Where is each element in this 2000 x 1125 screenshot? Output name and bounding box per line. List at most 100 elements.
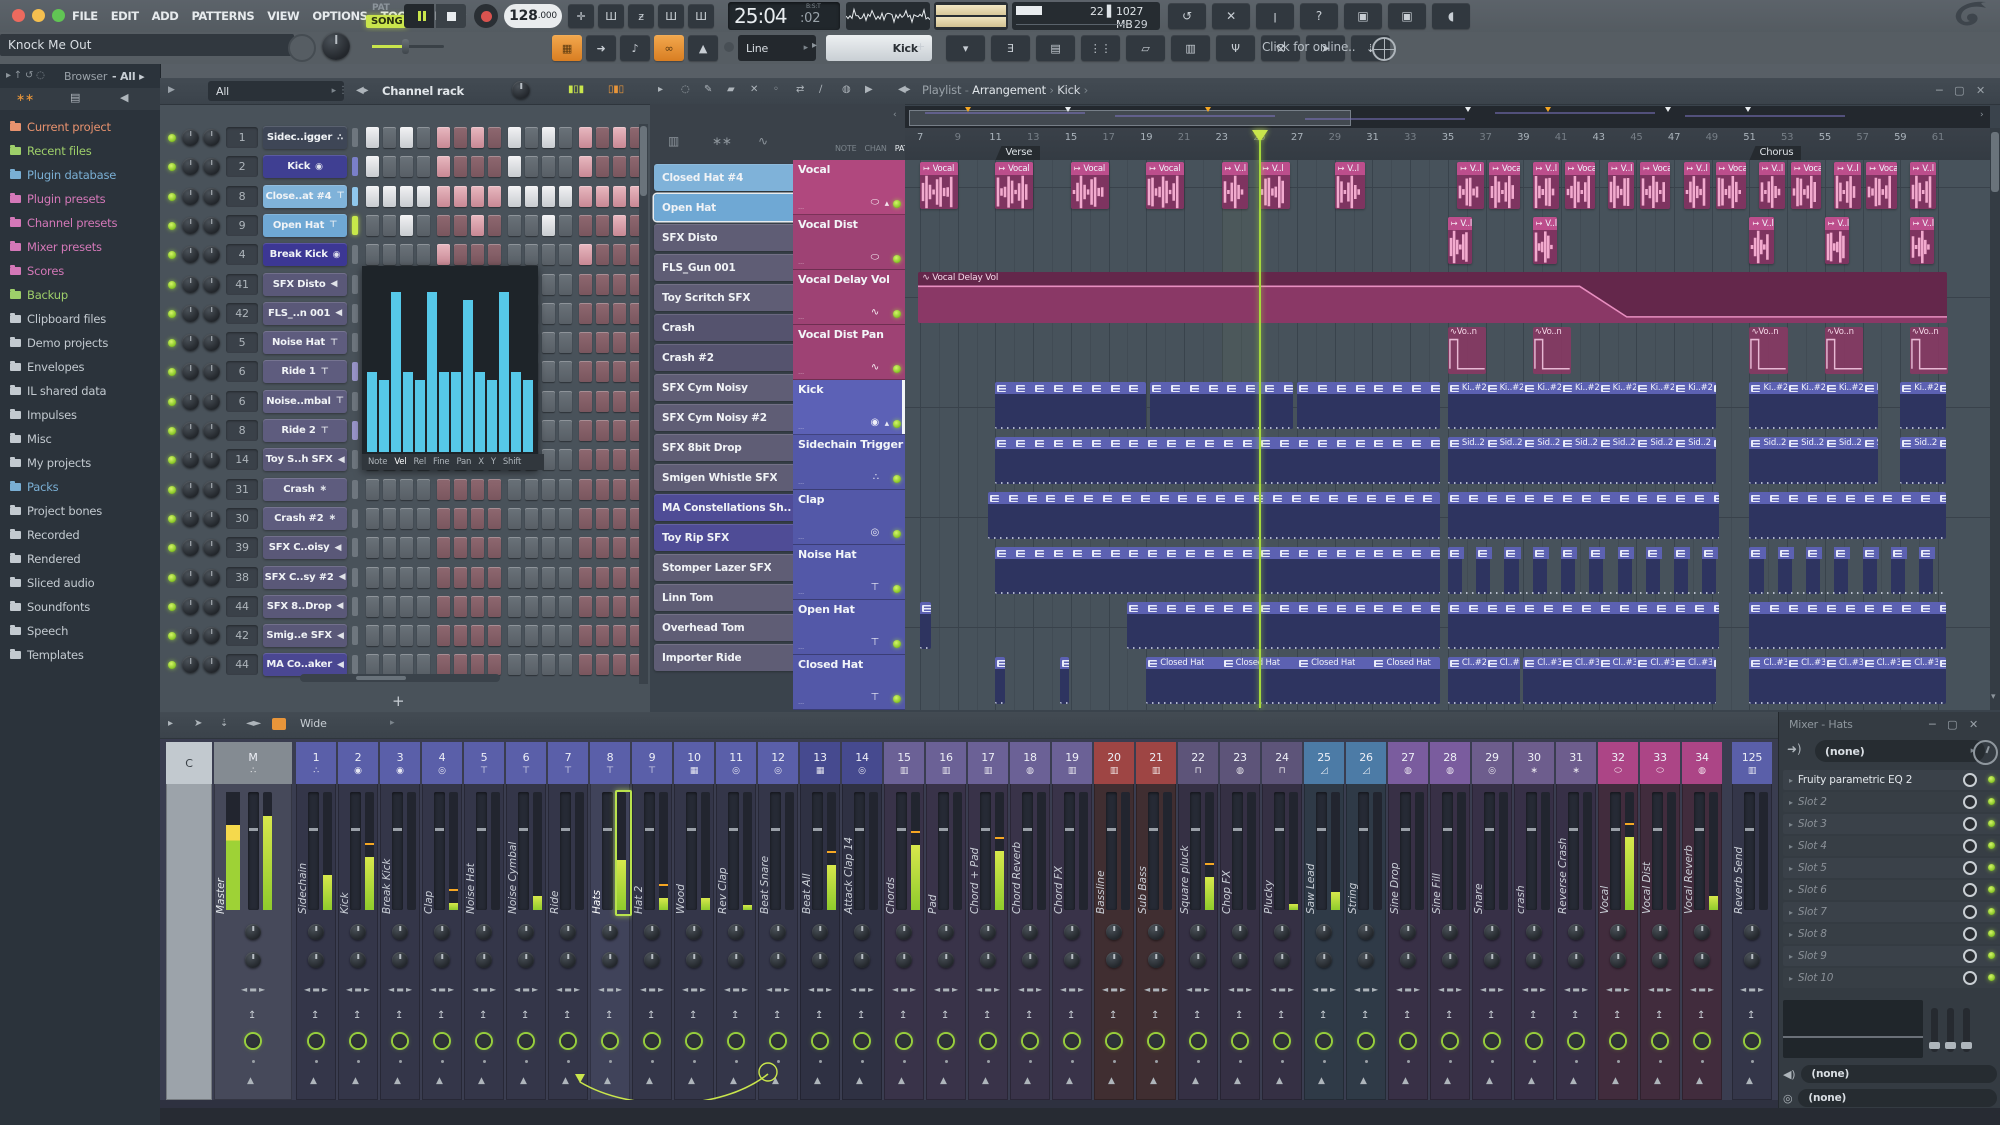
step-cell[interactable] [525, 156, 538, 178]
strip-fader-handle[interactable] [1065, 828, 1074, 831]
fx-slot-led[interactable] [1988, 820, 1995, 827]
pattern-clip-group[interactable] [1297, 382, 1441, 429]
step-cell[interactable] [525, 566, 538, 588]
channel-volume-knob[interactable] [203, 451, 220, 469]
strip-fader[interactable] [248, 792, 259, 910]
multilink-button[interactable]: ▤ [1036, 35, 1075, 61]
channel-selector[interactable] [352, 186, 358, 206]
strip-fader-handle[interactable] [1023, 828, 1032, 831]
strip-pan-knob[interactable] [308, 924, 324, 940]
pattern-clip-header[interactable] [1281, 382, 1294, 394]
pattern-clip-header[interactable] [1589, 547, 1606, 559]
channel-enable-led[interactable] [168, 192, 176, 201]
pattern-clip-header[interactable] [1146, 547, 1167, 559]
strip-stereo-knob[interactable] [644, 952, 660, 968]
pattern-clip-header[interactable] [1157, 492, 1178, 504]
pattern-clip-header[interactable] [1843, 602, 1864, 614]
step-cell[interactable] [613, 625, 626, 647]
strip-pan-knob[interactable] [770, 924, 786, 940]
step-cell[interactable] [579, 185, 592, 207]
pattern-clip-header[interactable] [1711, 602, 1720, 614]
channel-button[interactable]: Sidec..igger ∴ [263, 126, 347, 149]
strip-header[interactable]: 13 ▦ [800, 742, 840, 784]
strip-mute-led[interactable] [855, 1034, 869, 1048]
step-cell[interactable] [613, 127, 626, 148]
step-cell[interactable] [488, 214, 501, 236]
playlist-slip-tool[interactable]: ⇄ [796, 84, 804, 95]
step-cell[interactable] [383, 595, 396, 617]
track-enable-led[interactable] [893, 200, 901, 208]
step-cell[interactable] [613, 595, 626, 617]
step-cell[interactable] [437, 244, 450, 266]
strip-header[interactable]: 4 ◎ [422, 742, 462, 784]
slot-arrow[interactable]: ▸ [1789, 908, 1793, 917]
strip-fader-handle[interactable] [1359, 828, 1368, 831]
step-cell[interactable] [400, 156, 413, 178]
pattern-clip-header[interactable] [1240, 437, 1261, 449]
step-cell[interactable] [508, 537, 521, 559]
step-cell[interactable] [383, 185, 396, 207]
strip-fader[interactable] [1022, 792, 1033, 910]
mixer-strip-rev-clap[interactable]: 11 ◎ Rev Clap ◄ ▬ ► ↥ ▲ [716, 742, 756, 1100]
playlist-track-noise-hat[interactable]: Noise Hat ⊤... [793, 545, 905, 600]
pattern-clip-header[interactable] [1327, 492, 1348, 504]
channel-enable-led[interactable] [168, 456, 176, 465]
strip-fader-handle[interactable] [729, 828, 738, 831]
strip-header[interactable]: 14 ◎ [842, 742, 882, 784]
velocity-bar[interactable] [487, 380, 497, 452]
browser-item-templates[interactable]: Templates [10, 644, 160, 666]
step-cell[interactable] [613, 302, 626, 324]
strip-pan-knob[interactable] [602, 924, 618, 940]
fx-mini-fader-handle[interactable] [1961, 1042, 1972, 1049]
pattern-clip-header[interactable] [1542, 602, 1562, 614]
strip-pan-knob[interactable] [854, 924, 870, 940]
pattern-clip-header[interactable] [1353, 437, 1374, 449]
strip-stereo-knob[interactable] [1022, 952, 1038, 968]
pattern-clip-header[interactable] [1391, 437, 1412, 449]
track-enable-led[interactable] [893, 365, 901, 373]
channel-volume-knob[interactable] [203, 275, 220, 293]
pattern-clip-header[interactable] [1278, 437, 1299, 449]
pattern-clip-header[interactable]: Sid..2 [1711, 437, 1716, 449]
browser-item-demo-projects[interactable]: Demo projects [10, 332, 160, 354]
stop-button[interactable] [436, 4, 466, 28]
pattern-clip-header[interactable]: Sid..2 [1447, 437, 1487, 449]
pattern-clip-header[interactable] [1108, 437, 1129, 449]
pattern-clip-header[interactable] [1636, 492, 1657, 504]
menu-add[interactable]: ADD [152, 9, 179, 23]
track-enable-led[interactable] [893, 695, 901, 703]
pattern-clip-header[interactable] [1824, 492, 1845, 504]
strip-pan-knob[interactable] [1400, 924, 1416, 940]
strip-collapse-arrow[interactable]: ▲ [1528, 1076, 1535, 1086]
pattern-clip-header[interactable] [1052, 382, 1072, 394]
step-cell[interactable] [542, 156, 555, 178]
step-cell[interactable] [471, 214, 484, 236]
strip-fader-handle[interactable] [1275, 828, 1284, 831]
mixer-track-number[interactable]: 9 [226, 214, 258, 236]
step-cell[interactable] [579, 625, 592, 647]
picker-piano-icon[interactable]: ▥ [668, 134, 679, 148]
strip-mute-led[interactable] [561, 1034, 575, 1048]
velocity-bar[interactable] [427, 292, 437, 452]
pattern-clip-group[interactable] [1749, 547, 1946, 594]
strip-fader[interactable] [1148, 792, 1159, 910]
pattern-clip-header[interactable] [1353, 382, 1374, 394]
channel-pan-knob[interactable] [182, 304, 199, 322]
browser-item-my-projects[interactable]: My projects [10, 452, 160, 474]
strip-header[interactable]: 32 ⬭ [1598, 742, 1638, 784]
strip-pan-arrows[interactable]: ◄ ▬ ► [1220, 982, 1260, 996]
strip-mute-led[interactable] [1745, 1034, 1759, 1048]
step-cell[interactable] [454, 507, 467, 529]
strip-fader-handle[interactable] [1191, 828, 1200, 831]
step-cell[interactable] [559, 654, 572, 676]
step-cell[interactable] [488, 127, 501, 148]
pattern-clip-group[interactable]: Sid..2Sid..2 [1900, 437, 1946, 484]
browser-filter[interactable]: - All ▸ [112, 70, 145, 83]
pattern-clip-header[interactable] [1692, 602, 1713, 614]
track-enable-led[interactable] [893, 475, 901, 483]
strip-fader-handle[interactable] [351, 828, 360, 831]
playlist-timeline[interactable]: 7 9 11 13 15 17 19 21 23 25 27 29 31 33 35 37 39 41 43 45 47… [905, 128, 1990, 161]
fx-time-icon[interactable] [1973, 740, 1998, 765]
pattern-clip-group[interactable] [987, 492, 1441, 539]
pattern-clip-header[interactable] [1146, 602, 1167, 614]
